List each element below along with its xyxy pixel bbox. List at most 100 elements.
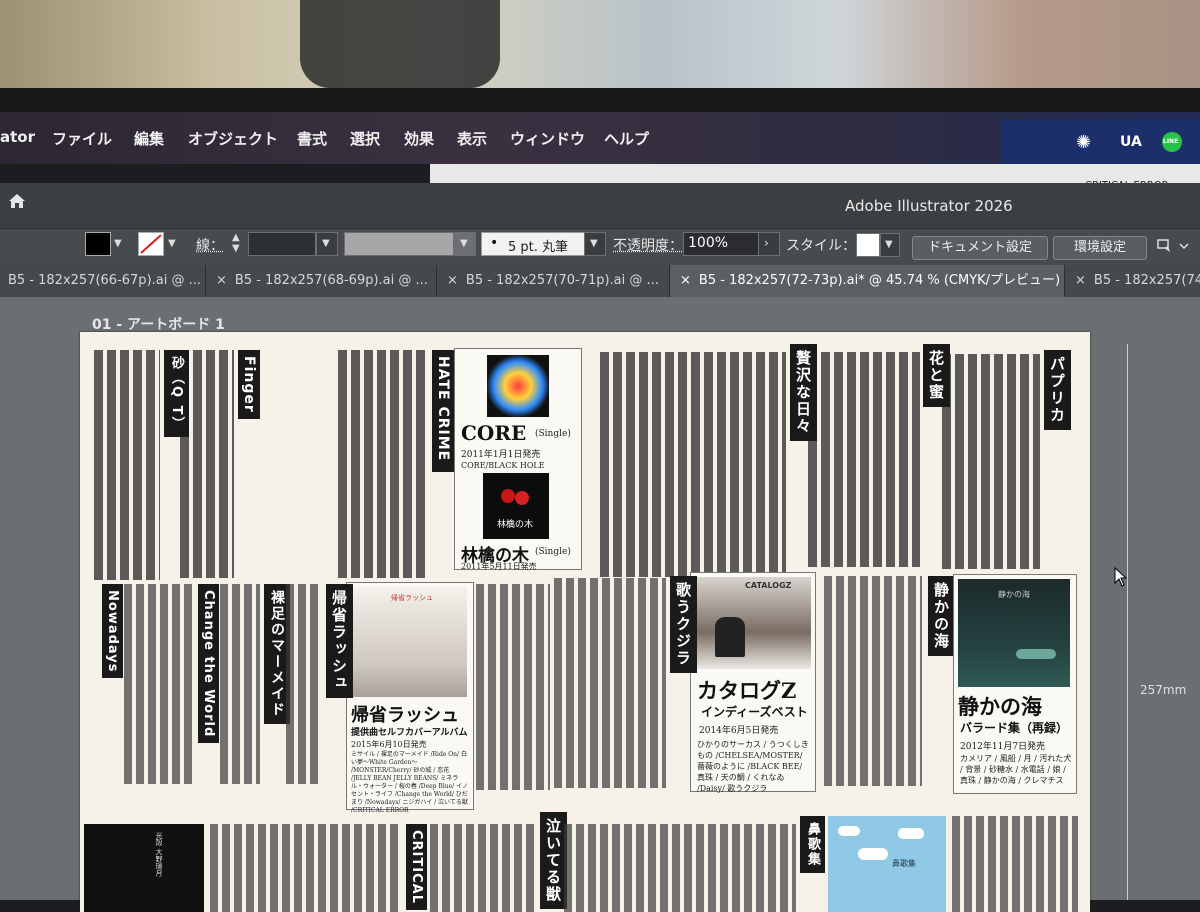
- home-icon[interactable]: [6, 190, 28, 212]
- catalog-cover-text: CATALOGZ: [745, 581, 792, 590]
- menu-edit[interactable]: 編集: [134, 128, 164, 149]
- brush-definition[interactable]: • 5 pt. 丸筆: [481, 232, 585, 256]
- article-body: [564, 824, 796, 912]
- release-subtitle: 提供曲セルフカバーアルバム: [351, 728, 468, 738]
- stroke-weight-input[interactable]: [248, 232, 316, 256]
- brightness-icon[interactable]: ✺: [1076, 132, 1091, 153]
- release-tracks: ひかりのサーカス / うつくしきもの /CHELSEA/MOSTER/ 薔薇のよ…: [697, 740, 809, 793]
- opacity-arrow-button[interactable]: ›: [758, 232, 780, 256]
- fill-swatch[interactable]: [85, 232, 111, 256]
- status-area: ✺ UA LINE: [1002, 120, 1200, 164]
- kisei-cover-text: 帰省ラッシュ: [391, 594, 433, 602]
- artboard-label[interactable]: 01 - アートボード 1: [92, 314, 225, 334]
- article-title: HATE CRIME: [432, 350, 454, 472]
- menu-file[interactable]: ファイル: [52, 128, 112, 149]
- article-body: [286, 584, 322, 784]
- article-body: [220, 584, 260, 784]
- brush-dropdown[interactable]: ▼: [584, 232, 606, 256]
- article-title: 贅沢な日々: [790, 344, 817, 441]
- kisei-cover-image: 帰省ラッシュ: [351, 587, 467, 697]
- document-tab[interactable]: × B5 - 182x257(70-71p).ai @ ...: [437, 265, 670, 297]
- menu-view[interactable]: 表示: [457, 128, 487, 149]
- close-icon: ×: [680, 273, 691, 288]
- graphic-style-swatch[interactable]: [856, 233, 880, 257]
- fill-dropdown-icon[interactable]: ▼: [114, 238, 122, 249]
- release-card-shizuka: 静かの海 静かの海 バラード集（再録） 2012年11月7日発売 カメリア / …: [953, 574, 1077, 794]
- dimension-line: [1127, 344, 1128, 900]
- article-body: [824, 576, 922, 786]
- release-date: 2011年1月1日発売: [461, 450, 541, 460]
- close-icon: ×: [216, 273, 227, 288]
- line-app-icon[interactable]: LINE: [1162, 132, 1182, 152]
- menu-object[interactable]: オブジェクト: [188, 128, 278, 149]
- menu-type[interactable]: 書式: [297, 128, 327, 149]
- release-subtitle: バラード集（再録）: [960, 721, 1069, 735]
- document-tab-active[interactable]: × B5 - 182x257(72-73p).ai* @ 45.74 % (CMY…: [670, 265, 1065, 297]
- release-card-catalog: CATALOGZ カタログZ インディーズベスト 2014年6月5日発売 ひかり…: [690, 572, 816, 793]
- core-cover-image: [487, 355, 549, 417]
- article-title: CRITICAL: [406, 824, 427, 910]
- release-title: CORE: [461, 421, 527, 445]
- document-settings-button[interactable]: ドキュメント設定: [912, 236, 1048, 260]
- document-tab[interactable]: × B5 - 182x257(74: [1065, 265, 1200, 297]
- ringo-cover-image: 林檎の木: [483, 473, 549, 539]
- article-body: [338, 350, 428, 578]
- release-card-core: CORE (Single) 2011年1月1日発売 CORE/BLACK HOL…: [454, 348, 582, 571]
- menu-effect[interactable]: 効果: [404, 128, 434, 149]
- arrange-documents-icon[interactable]: [1156, 236, 1190, 260]
- catalog-cover-image: CATALOGZ: [695, 577, 811, 669]
- opacity-input[interactable]: 100%: [683, 232, 759, 256]
- stroke-stepper-icon[interactable]: ▲ ▼: [232, 232, 240, 254]
- variable-width-profile[interactable]: [344, 232, 454, 256]
- stroke-swatch[interactable]: [138, 232, 164, 256]
- release-type: (Single): [535, 429, 571, 439]
- article-title: 静かの海: [928, 576, 955, 656]
- close-icon: ×: [1075, 273, 1086, 288]
- stroke-weight-dropdown[interactable]: ▼: [316, 232, 338, 256]
- article-title: 鼻歌集: [800, 816, 825, 873]
- article-title: 帰省ラッシュ: [326, 584, 353, 698]
- article-title: 花と蜜: [923, 344, 950, 407]
- release-subtitle: インディーズベスト: [701, 705, 808, 719]
- shizuka-cover-image: 静かの海: [958, 579, 1070, 687]
- article-body: [808, 352, 920, 567]
- opacity-label[interactable]: 不透明度：: [613, 235, 683, 255]
- article-body: [476, 584, 550, 790]
- monitor-bezel: [0, 88, 1200, 112]
- app-titlebar: [0, 183, 1200, 228]
- article-title: 歌うクジラ: [670, 576, 697, 673]
- article-body: [952, 816, 1078, 912]
- preferences-button[interactable]: 環境設定: [1053, 236, 1147, 260]
- profile-dropdown[interactable]: ▼: [454, 232, 476, 256]
- menu-window[interactable]: ウィンドウ: [510, 128, 585, 149]
- release-date: 2012年11月7日発売: [960, 742, 1046, 752]
- artboard[interactable]: パプリカ 花と蜜 贅沢な日々 HATE CRIME Finger 砂（Q T） …: [80, 332, 1090, 912]
- article-body: [124, 584, 194, 784]
- stroke-dropdown-icon[interactable]: ▼: [168, 238, 176, 249]
- article-body: [600, 352, 786, 577]
- article-body: [554, 578, 666, 788]
- bottom-left-cover-image: 光殻 大野瑞月: [84, 824, 204, 912]
- release-title: 帰省ラッシュ: [351, 705, 459, 726]
- ringo-cover-text: 林檎の木: [497, 520, 534, 530]
- menu-select[interactable]: 選択: [350, 128, 380, 149]
- release-date: 2011年5月11日発売: [461, 562, 537, 571]
- article-title: 砂（Q T）: [164, 350, 189, 438]
- release-title: カタログZ: [697, 678, 797, 703]
- style-dropdown[interactable]: ▼: [880, 233, 900, 257]
- menu-app-name[interactable]: ator: [0, 128, 35, 146]
- release-tracks: カメリア / 風船 / 月 / 汚れた犬 / 背景 / 砂糖水 / 水電話 / …: [960, 754, 1072, 785]
- article-title: パプリカ: [1044, 350, 1071, 430]
- document-tab[interactable]: B5 - 182x257(66-67p).ai @ ...: [0, 265, 206, 297]
- stroke-label[interactable]: 線：: [196, 235, 224, 255]
- document-tab[interactable]: × B5 - 182x257(68-69p).ai @ ...: [206, 265, 437, 297]
- close-icon: ×: [447, 273, 458, 288]
- style-label: スタイル：: [786, 238, 856, 254]
- hanauta-cover-image: 鼻歌集: [828, 816, 946, 912]
- article-body: [210, 824, 400, 912]
- menu-help[interactable]: ヘルプ: [604, 128, 649, 149]
- input-language[interactable]: UA: [1120, 134, 1142, 150]
- article-title: Finger: [238, 350, 260, 419]
- shizuka-cover-text: 静かの海: [998, 590, 1030, 599]
- release-tracks: ミサイル / 裸足のマーメイド /Ride On/ 白い夢〜White Gard…: [351, 751, 469, 814]
